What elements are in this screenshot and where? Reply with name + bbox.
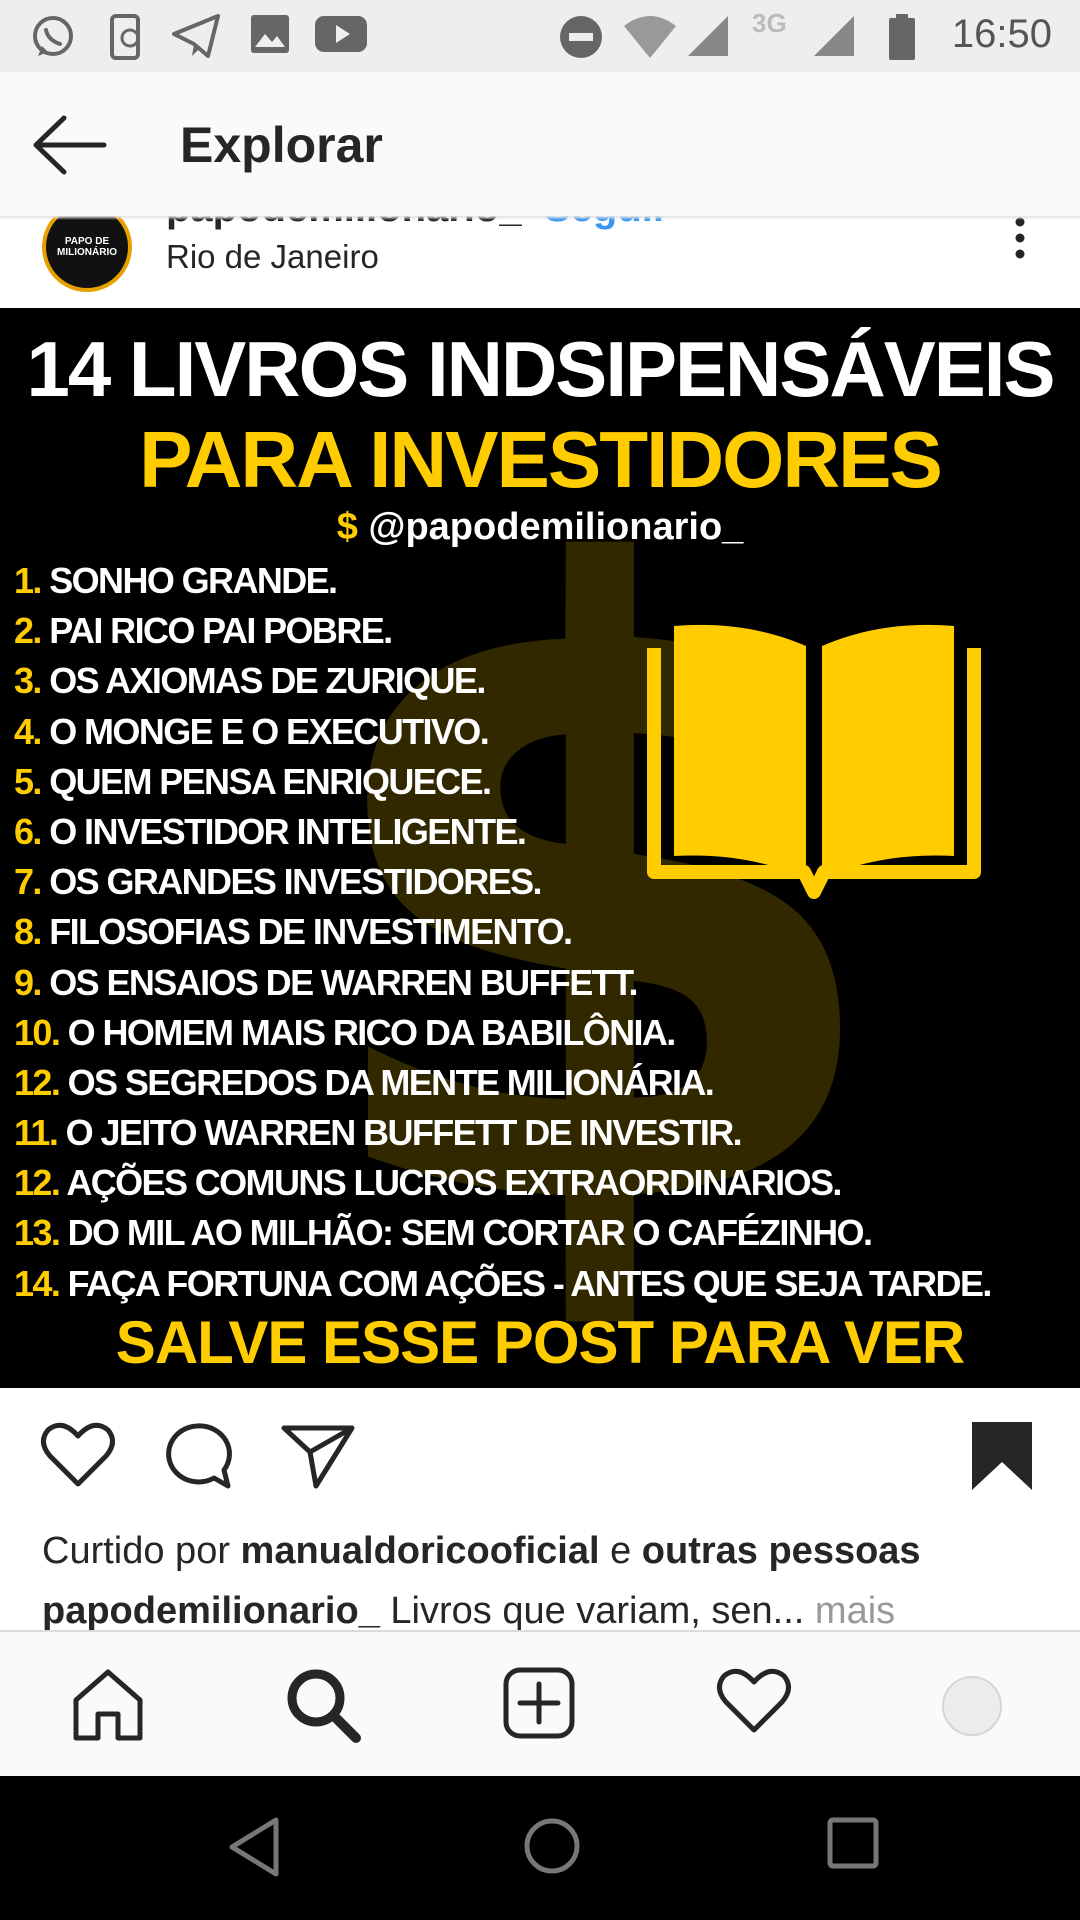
network-type: 3G — [752, 8, 787, 38]
book-list-item: 9. OS ENSAIOS DE WARREN BUFFETT. — [14, 958, 991, 1008]
book-list-item: 12. AÇÕES COMUNS LUCROS EXTRAORDINARIOS. — [14, 1158, 991, 1208]
post-header: PAPO DE MILIONÁRIO papodemilionario_ Seg… — [0, 216, 1080, 308]
book-title: OS AXIOMAS DE ZURIQUE. — [49, 660, 486, 702]
book-list-item: 10. O HOMEM MAIS RICO DA BABILÔNIA. — [14, 1008, 991, 1058]
book-number: 13. — [14, 1212, 61, 1254]
likes-conj: e — [610, 1530, 632, 1572]
search-icon[interactable] — [284, 1666, 362, 1744]
book-title: OS SEGREDOS DA MENTE MILIONÁRIA. — [67, 1061, 715, 1103]
home-icon[interactable] — [70, 1666, 146, 1742]
profile-avatar[interactable] — [942, 1676, 1002, 1736]
liked-by-others[interactable]: outras pessoas — [642, 1530, 921, 1572]
book-list-item: 11. O JEITO WARREN BUFFETT DE INVESTIR. — [14, 1108, 991, 1158]
bookmark-saved-icon[interactable] — [970, 1420, 1034, 1492]
book-title: O HOMEM MAIS RICO DA BABILÔNIA. — [67, 1011, 677, 1053]
caption-username[interactable]: papodemilionario_ — [42, 1590, 380, 1632]
image-title: 14 LIVROS INDSIPENSÁVEIS — [26, 325, 1056, 413]
more-options-icon[interactable] — [1000, 216, 1040, 266]
app-header: Explorar — [0, 72, 1080, 216]
phone-sync-icon — [110, 14, 140, 60]
book-list-item: 1. SONHO GRANDE. — [14, 556, 991, 606]
book-number: 11. — [14, 1112, 59, 1154]
signal-icon — [688, 16, 728, 56]
system-navigation-bar — [0, 1776, 1080, 1920]
post-caption: papodemilionario_ Livros que variam, sen… — [42, 1590, 1042, 1632]
book-number: 9. — [14, 961, 42, 1003]
telegram-icon — [172, 14, 220, 58]
book-number: 3. — [14, 660, 42, 702]
battery-icon — [889, 14, 915, 60]
book-number: 14. — [14, 1262, 61, 1304]
book-title: O JEITO WARREN BUFFETT DE INVESTIR. — [65, 1112, 743, 1154]
recents-square-icon[interactable] — [826, 1816, 880, 1870]
book-number: 2. — [14, 610, 42, 652]
book-title: DO MIL AO MILHÃO: SEM CORTAR O CAFÉZINHO… — [67, 1212, 873, 1254]
gallery-icon — [251, 15, 289, 53]
book-title: QUEM PENSA ENRIQUECE. — [49, 760, 492, 802]
book-list-item: 8. FILOSOFIAS DE INVESTIMENTO. — [14, 907, 991, 957]
whatsapp-icon — [33, 16, 73, 56]
post-author-avatar[interactable]: PAPO DE MILIONÁRIO — [42, 216, 132, 292]
youtube-icon — [315, 16, 367, 52]
wifi-icon — [624, 16, 676, 58]
back-triangle-icon[interactable] — [226, 1816, 282, 1878]
book-number: 8. — [14, 911, 42, 953]
book-number: 6. — [14, 810, 42, 852]
book-number: 4. — [14, 710, 42, 752]
activity-heart-icon[interactable] — [716, 1666, 792, 1736]
book-title: OS GRANDES INVESTIDORES. — [49, 861, 542, 903]
caption-text: Livros que variam, sen... — [390, 1590, 805, 1632]
open-book-icon — [647, 624, 981, 899]
book-title: FAÇA FORTUNA COM AÇÕES - ANTES QUE SEJA … — [67, 1262, 993, 1304]
likes-prefix: Curtido por — [42, 1530, 230, 1572]
handle-dollar: $ — [336, 506, 358, 548]
avatar-line1: PAPO DE — [64, 236, 110, 247]
book-title: FILOSOFIAS DE INVESTIMENTO. — [49, 911, 573, 953]
book-title: SONHO GRANDE. — [49, 560, 338, 601]
caption-more-link[interactable]: mais — [815, 1590, 895, 1632]
post-actions — [0, 1388, 1080, 1528]
book-title: O INVESTIDOR INTELIGENTE. — [49, 810, 527, 852]
page-title: Explorar — [180, 117, 383, 173]
image-handle: $ @papodemilionario_ — [0, 506, 1080, 549]
post-location[interactable]: Rio de Janeiro — [166, 238, 379, 276]
likes-summary[interactable]: Curtido por manualdoricooficial e outras… — [42, 1530, 921, 1573]
image-subtitle: PARA INVESTIDORES — [139, 415, 943, 504]
handle-text: @papodemilionario_ — [368, 506, 744, 548]
book-number: 12. — [14, 1061, 61, 1103]
book-number: 10. — [14, 1011, 61, 1053]
book-list-item: 13. DO MIL AO MILHÃO: SEM CORTAR O CAFÉZ… — [14, 1208, 991, 1258]
book-title: O MONGE E O EXECUTIVO. — [49, 710, 489, 752]
book-list-item: 12. OS SEGREDOS DA MENTE MILIONÁRIA. — [14, 1058, 991, 1108]
liked-by-user[interactable]: manualdoricooficial — [241, 1530, 600, 1572]
do-not-disturb-icon — [560, 16, 602, 58]
book-number: 12. — [14, 1162, 61, 1204]
book-title: PAI RICO PAI POBRE. — [49, 610, 393, 652]
book-number: 5. — [14, 760, 42, 802]
book-title: AÇÕES COMUNS LUCROS EXTRAORDINARIOS. — [66, 1162, 842, 1204]
status-bar: 3G 16:50 — [0, 0, 1080, 72]
book-list-item: 14. FAÇA FORTUNA COM AÇÕES - ANTES QUE S… — [14, 1259, 993, 1309]
share-send-icon[interactable] — [280, 1420, 356, 1492]
book-title: OS ENSAIOS DE WARREN BUFFETT. — [49, 961, 638, 1003]
add-post-icon[interactable] — [502, 1666, 576, 1740]
clock: 16:50 — [951, 12, 1052, 56]
comment-icon[interactable] — [160, 1420, 234, 1492]
post-image[interactable]: $ 14 LIVROS INDSIPENSÁVEIS PARA INVESTID… — [0, 308, 1080, 1388]
header-divider — [0, 216, 1080, 220]
back-arrow-icon[interactable] — [30, 110, 110, 180]
home-circle-icon[interactable] — [522, 1816, 582, 1876]
bottom-navigation — [0, 1630, 1080, 1776]
image-footer: SALVE ESSE POST PARA VER DEPOIS! — [115, 1309, 965, 1388]
signal-icon — [814, 16, 854, 56]
like-heart-icon[interactable] — [40, 1420, 116, 1490]
avatar-line2: MILIONÁRIO — [57, 247, 117, 258]
book-number: 7. — [14, 861, 42, 903]
book-number: 1. — [14, 560, 42, 601]
